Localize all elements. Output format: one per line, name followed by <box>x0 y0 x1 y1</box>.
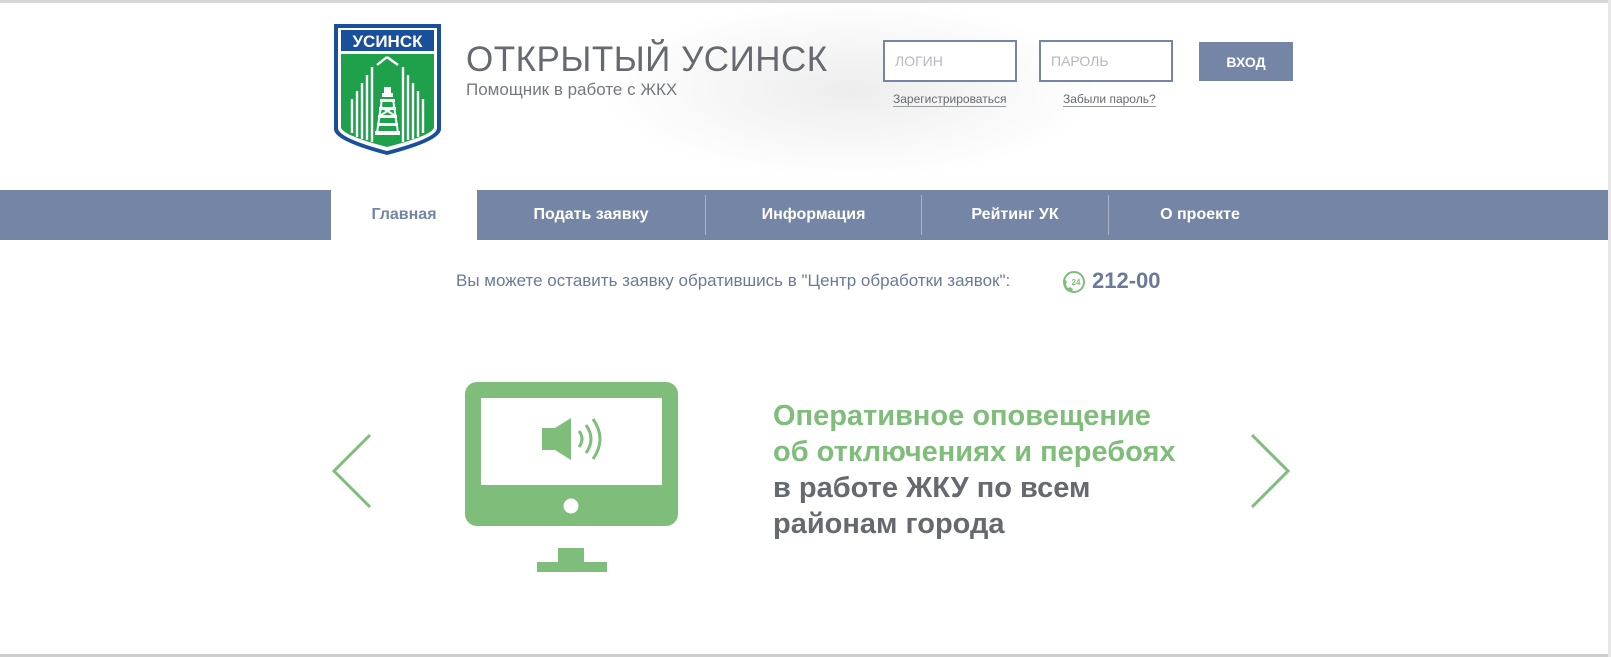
phone-badge-text: 24 <box>1072 278 1081 287</box>
login-button[interactable]: ВХОД <box>1199 42 1293 81</box>
slide-caption-line: Оперативное оповещение <box>773 400 1151 432</box>
chevron-left-icon[interactable] <box>330 433 374 509</box>
nav-item-about[interactable]: О проекте <box>1109 190 1291 240</box>
slide-caption-line: в работе ЖКУ по всем <box>773 472 1091 504</box>
register-link[interactable]: Зарегистрироваться <box>893 92 1007 107</box>
phone-number[interactable]: 212-00 <box>1092 268 1161 294</box>
main-navigation: Главная Подать заявку Информация Рейтинг… <box>0 190 1611 240</box>
slide-caption-line: об отключениях и перебоях <box>773 436 1176 468</box>
forgot-password-link[interactable]: Забыли пароль? <box>1063 92 1156 107</box>
nav-item-rating[interactable]: Рейтинг УК <box>922 190 1108 240</box>
password-input[interactable] <box>1039 40 1173 82</box>
nav-item-information[interactable]: Информация <box>706 190 921 240</box>
site-subtitle: Помощник в работе с ЖКХ <box>466 80 678 99</box>
slide-caption: Оперативное оповещение об отключениях и … <box>773 398 1176 542</box>
logo-text: УСИНСК <box>352 32 423 51</box>
monitor-speaker-icon <box>465 382 678 572</box>
chevron-right-icon[interactable] <box>1248 433 1292 509</box>
request-center-info: Вы можете оставить заявку обратившись в … <box>456 271 1011 290</box>
nav-item-submit-request[interactable]: Подать заявку <box>477 190 705 240</box>
slide-caption-line: районам города <box>773 508 1005 540</box>
phone-24-icon: 24 <box>1063 271 1085 293</box>
usinsk-coat-of-arms-logo[interactable]: УСИНСК <box>331 21 444 157</box>
site-title: ОТКРЫТЫЙ УСИНСК <box>466 40 828 79</box>
login-input[interactable] <box>883 40 1017 82</box>
nav-item-home[interactable]: Главная <box>331 190 477 240</box>
